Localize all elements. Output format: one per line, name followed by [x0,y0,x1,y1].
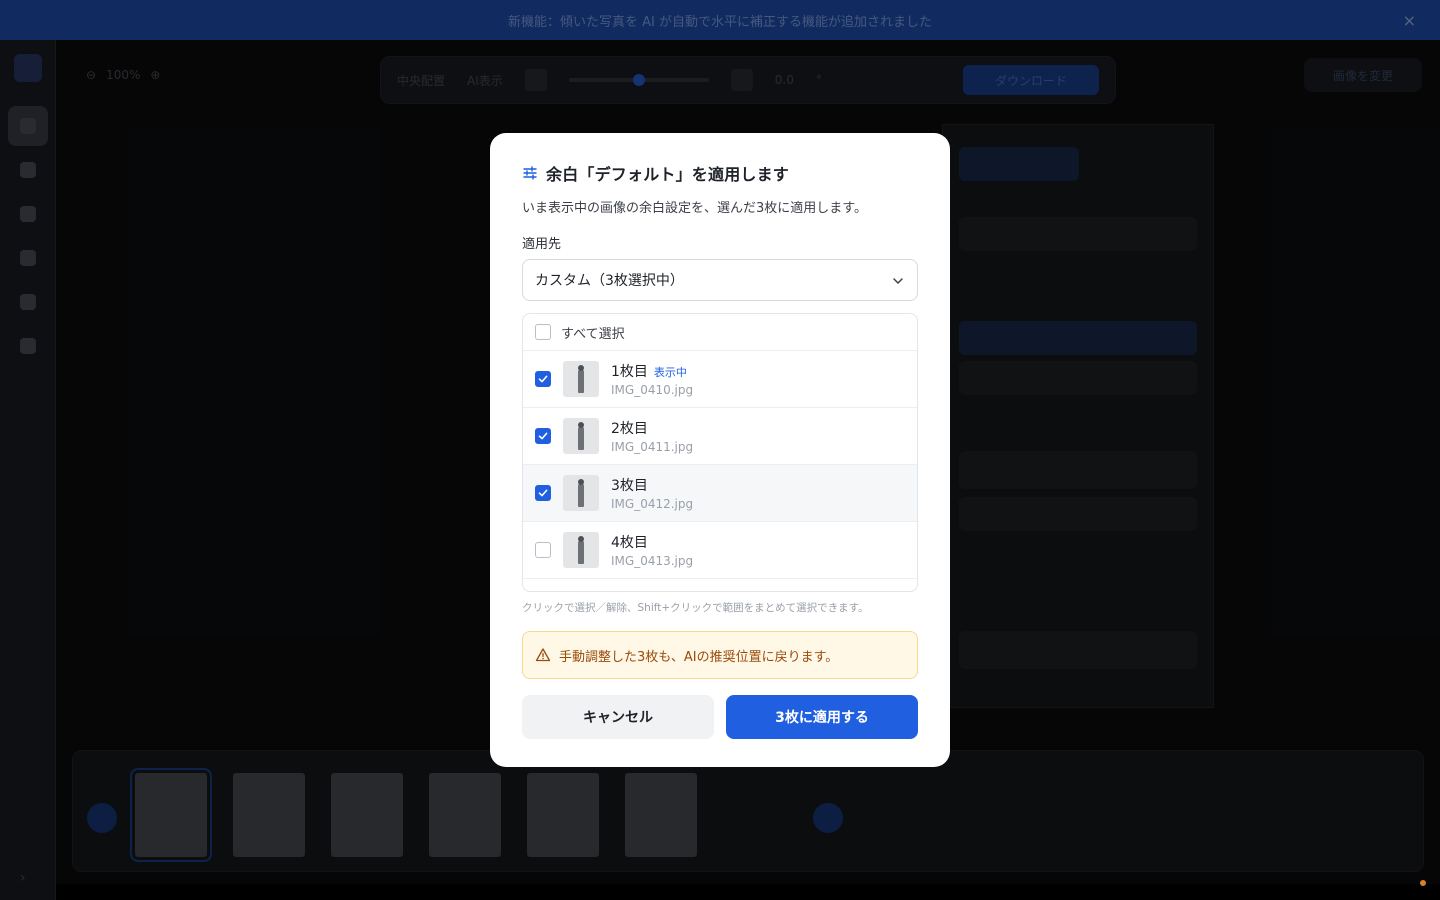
sliders-icon [523,166,537,180]
item-checkbox[interactable] [535,542,551,558]
select-all-label: すべて選択 [561,326,625,342]
list-item[interactable]: 4枚目 IMG_0413.jpg [523,522,917,579]
warning-banner: 手動調整した3枚も、AIの推奨位置に戻ります。 [522,631,918,679]
item-thumbnail [563,418,599,454]
check-icon [538,489,548,497]
current-badge: 表示中 [653,366,687,379]
selection-hint: クリックで選択／解除、Shift+クリックで範囲をまとめて選択できます。 [522,602,869,614]
dialog-subtitle: いま表示中の画像の余白設定を、選んだ3枚に適用します。 [522,201,867,216]
warning-text: 手動調整した3枚も、AIの推奨位置に戻ります。 [559,649,839,665]
list-item[interactable] [523,579,917,591]
check-icon [538,375,548,383]
item-thumbnail [563,361,599,397]
select-all-row[interactable]: すべて選択 [523,314,917,351]
item-thumbnail [563,475,599,511]
target-select-value: カスタム（3枚選択中） [535,273,684,289]
item-name: 4枚目 [611,535,648,551]
check-icon [538,432,548,440]
dialog-header: 余白「デフォルト」を適用します [522,163,918,184]
list-item[interactable]: 2枚目 IMG_0411.jpg [523,408,917,465]
chevron-down-icon [893,278,903,284]
item-name: 2枚目 [611,421,648,437]
target-label: 適用先 [522,237,562,252]
item-filename: IMG_0411.jpg [611,440,694,454]
item-checkbox[interactable] [535,428,551,444]
item-checkbox[interactable] [535,371,551,387]
list-item[interactable]: 1枚目 表示中 IMG_0410.jpg [523,351,917,408]
dialog-title: 余白「デフォルト」を適用します [546,165,790,184]
item-name: 3枚目 [611,478,648,494]
select-all-checkbox[interactable] [535,324,551,340]
item-filename: IMG_0412.jpg [611,497,694,511]
status-indicator [1420,880,1426,886]
item-checkbox[interactable] [535,485,551,501]
apply-button[interactable]: 3枚に適用する [726,695,918,739]
image-checklist: すべて選択 1枚目 表示中 IMG_0410.jpg 2枚目 IMG_0411.j… [522,313,918,592]
item-filename: IMG_0413.jpg [611,554,694,568]
item-thumbnail [563,532,599,568]
item-name: 1枚目 [611,364,648,380]
target-select[interactable]: カスタム（3枚選択中） [522,259,918,301]
item-filename: IMG_0410.jpg [611,383,694,397]
cancel-button[interactable]: キャンセル [522,695,714,739]
list-item[interactable]: 3枚目 IMG_0412.jpg [523,465,917,522]
warning-icon [535,648,551,662]
apply-margin-dialog: 余白「デフォルト」を適用します いま表示中の画像の余白設定を、選んだ3枚に適用し… [490,133,950,767]
